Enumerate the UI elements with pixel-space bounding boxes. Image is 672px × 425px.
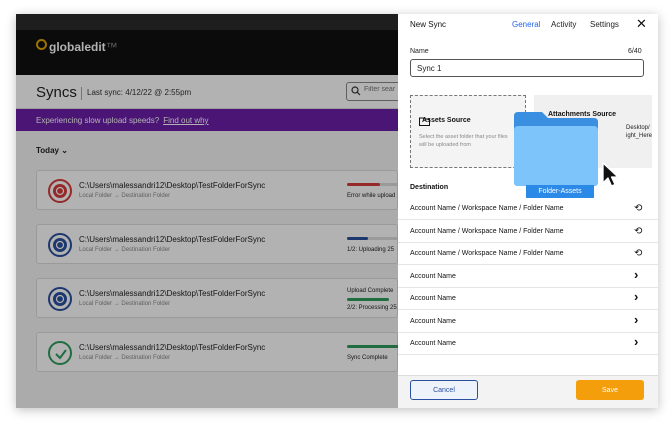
close-icon[interactable]: ✕ — [636, 17, 647, 30]
name-char-count: 6/40 — [628, 48, 642, 55]
destination-label-text: Account Name / Workspace Name / Folder N… — [410, 250, 564, 257]
cancel-button[interactable]: Cancel — [410, 380, 478, 400]
destination-label-text: Account Name — [410, 272, 456, 280]
chevron-right-icon[interactable]: › — [634, 335, 638, 348]
chevron-right-icon[interactable]: › — [634, 290, 638, 303]
destination-label-text: Account Name / Workspace Name / Folder N… — [410, 227, 564, 235]
attachments-path-line1: Desktop/ — [626, 125, 650, 131]
panel-footer: Cancel Save — [398, 375, 658, 408]
destination-label-text: Account Name — [410, 317, 456, 325]
syncs-app: globaledit™ Syncs Last sync: 4/12/22 @ 2… — [16, 14, 407, 408]
destination-row[interactable]: Account Name / Workspace Name / Folder N… — [398, 221, 658, 243]
panel-title: New Sync — [410, 20, 447, 29]
mouse-cursor-icon — [602, 162, 619, 187]
destination-label-text: Account Name — [410, 340, 456, 347]
tab-activity[interactable]: Activity — [551, 20, 576, 29]
history-icon[interactable]: ⟲ — [634, 203, 642, 214]
destination-row[interactable]: Account Name / Workspace Name / Folder N… — [398, 243, 658, 265]
attachments-path-line2: ight_Here — [626, 133, 653, 139]
chevron-right-icon[interactable]: › — [634, 313, 638, 326]
destination-row[interactable]: Account Name › — [398, 311, 658, 333]
modal-overlay[interactable] — [16, 14, 398, 408]
destination-row[interactable]: Account Name / Workspace Name / Folder N… — [398, 198, 658, 220]
tab-general[interactable]: General — [512, 20, 540, 29]
destination-label-text: Account Name / Workspace Name / Folder N… — [410, 205, 564, 212]
destination-row[interactable]: Account Name › — [398, 333, 658, 355]
history-icon[interactable]: ⟲ — [634, 248, 642, 259]
dragged-folder-icon[interactable] — [512, 110, 600, 188]
destination-label: Destination — [410, 184, 449, 191]
dragged-folder-label: Folder-Assets — [526, 185, 594, 198]
destination-row[interactable]: Account Name › — [398, 288, 658, 310]
assets-source-description: Select the asset folder that your files … — [419, 134, 508, 148]
assets-source-title: Assets Source — [422, 117, 471, 124]
app-window: globaledit™ Syncs Last sync: 4/12/22 @ 2… — [16, 14, 658, 408]
chevron-right-icon[interactable]: › — [634, 268, 638, 281]
new-sync-panel: New Sync General Activity Settings ✕ Nam… — [398, 14, 658, 408]
destination-label-text: Account Name — [410, 295, 456, 302]
tab-settings[interactable]: Settings — [590, 20, 619, 29]
save-button[interactable]: Save — [576, 380, 644, 400]
name-label: Name — [410, 48, 429, 55]
assets-source-dropzone[interactable]: Select the asset folder that your files … — [410, 95, 526, 168]
name-field[interactable] — [410, 59, 644, 77]
history-icon[interactable]: ⟲ — [634, 226, 642, 237]
destination-row[interactable]: Account Name › — [398, 266, 658, 288]
